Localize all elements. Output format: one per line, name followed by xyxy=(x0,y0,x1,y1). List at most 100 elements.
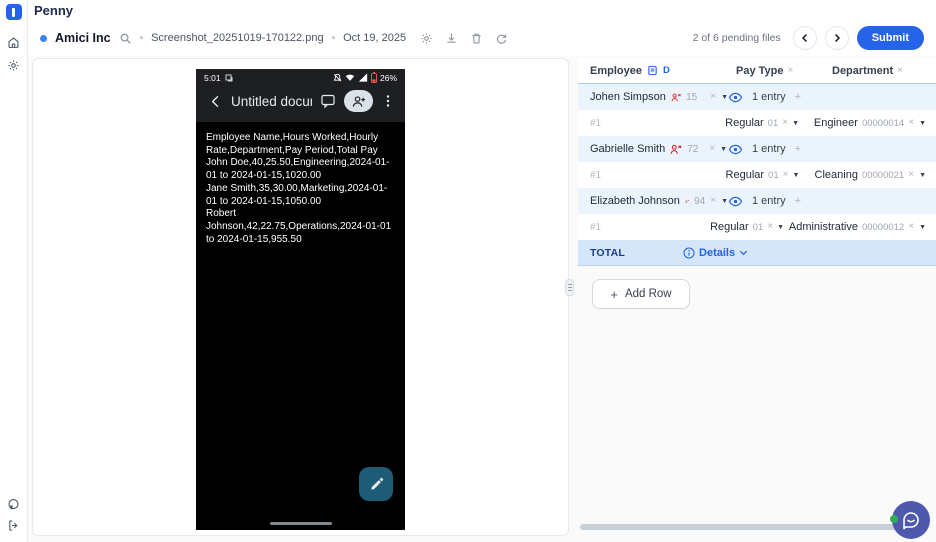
entry-row[interactable]: #1 Regular 01 × ▼ Administrative 0000001… xyxy=(578,214,936,240)
dropdown-caret-icon[interactable]: ▼ xyxy=(919,224,926,231)
clear-employee-icon[interactable]: × xyxy=(710,196,716,206)
match-score: 15 xyxy=(686,91,698,103)
entry-number: #1 xyxy=(590,221,602,233)
match-score: 94 xyxy=(694,195,706,207)
signal-icon xyxy=(358,73,368,82)
next-file-button[interactable] xyxy=(824,26,849,50)
view-eye-icon[interactable] xyxy=(728,196,743,207)
department-code: 00000012 xyxy=(861,221,905,233)
refresh-icon[interactable] xyxy=(495,32,508,45)
column-badge: D xyxy=(662,65,670,76)
csv-line: Robert Johnson,42,22.75,Operations,2024-… xyxy=(206,208,392,245)
dropdown-caret-icon[interactable]: ▼ xyxy=(720,146,727,153)
column-department[interactable]: Department xyxy=(832,65,893,77)
settings-gear-icon[interactable] xyxy=(7,59,20,72)
remove-column-icon[interactable]: × xyxy=(788,65,794,76)
add-entry-icon[interactable]: + xyxy=(795,195,801,207)
file-toolbar: Amici Inc • Screenshot_20251019-170122.p… xyxy=(28,20,936,56)
document-viewer: 5:01 26% Untitled docum... xyxy=(32,58,569,536)
column-pay-type[interactable]: Pay Type xyxy=(736,65,784,77)
details-label: Details xyxy=(699,246,736,259)
details-toggle[interactable]: Details xyxy=(683,247,748,259)
entry-count: 1 entry xyxy=(752,91,786,103)
clear-department-icon[interactable]: × xyxy=(908,170,914,180)
entry-row[interactable]: #1 Regular 01 × ▼ Engineer 00000014 × ▼ xyxy=(578,110,936,136)
person-alert-icon xyxy=(685,199,689,203)
csv-line: Jane Smith,35,30.00,Marketing,2024-01-01… xyxy=(206,182,388,207)
mute-icon xyxy=(333,73,342,82)
info-icon xyxy=(683,246,695,259)
clear-pay-type-icon[interactable]: × xyxy=(782,118,788,128)
chat-bubble-icon[interactable] xyxy=(7,498,20,511)
add-row-button[interactable]: + Add Row xyxy=(592,279,690,309)
download-icon[interactable] xyxy=(445,32,458,45)
file-name: Screenshot_20251019-170122.png xyxy=(151,32,324,44)
penny-logo-icon[interactable] xyxy=(5,4,22,20)
document-badge-icon xyxy=(648,65,657,76)
more-menu-icon[interactable] xyxy=(381,94,395,108)
employee-row[interactable]: Elizabeth Johnson 94 × ▼ 1 entry + xyxy=(578,188,936,214)
total-label: TOTAL xyxy=(590,246,626,259)
file-settings-gear-icon[interactable] xyxy=(420,32,433,45)
clear-department-icon[interactable]: × xyxy=(908,118,914,128)
delete-trash-icon[interactable] xyxy=(470,32,483,45)
pay-type-value[interactable]: Regular xyxy=(710,221,749,233)
edit-fab-button[interactable] xyxy=(359,467,393,501)
entry-count: 1 entry xyxy=(752,143,786,155)
employee-row[interactable]: Johen Simpson 15 × ▼ 1 entry + xyxy=(578,84,936,110)
column-employee[interactable]: Employee xyxy=(590,65,642,77)
department-code: 00000021 xyxy=(861,169,905,181)
panel-resize-handle[interactable] xyxy=(565,279,574,296)
status-dot xyxy=(40,34,47,42)
clear-pay-type-icon[interactable]: × xyxy=(783,170,789,180)
left-sidebar xyxy=(0,0,28,542)
entry-number: #1 xyxy=(590,117,602,129)
screenshot-image[interactable]: 5:01 26% Untitled docum... xyxy=(196,69,405,530)
dropdown-caret-icon[interactable]: ▼ xyxy=(792,172,799,179)
company-name[interactable]: Amici Inc xyxy=(55,31,111,45)
view-eye-icon[interactable] xyxy=(728,92,743,103)
dropdown-caret-icon[interactable]: ▼ xyxy=(721,198,728,205)
dropdown-caret-icon[interactable]: ▼ xyxy=(792,120,799,127)
remove-column-icon[interactable]: × xyxy=(897,65,903,76)
dropdown-caret-icon[interactable]: ▼ xyxy=(777,224,784,231)
employee-name[interactable]: Elizabeth Johnson xyxy=(590,195,680,207)
dropdown-caret-icon[interactable]: ▼ xyxy=(919,120,926,127)
screencast-icon xyxy=(225,74,233,81)
add-entry-icon[interactable]: + xyxy=(795,91,801,103)
clear-department-icon[interactable]: × xyxy=(908,222,914,232)
department-value[interactable]: Cleaning xyxy=(815,169,858,181)
view-eye-icon[interactable] xyxy=(728,144,743,155)
dropdown-caret-icon[interactable]: ▼ xyxy=(721,94,728,101)
pay-type-value[interactable]: Regular xyxy=(726,169,765,181)
clear-employee-icon[interactable]: × xyxy=(710,92,716,102)
department-code: 00000014 xyxy=(861,117,905,129)
department-value[interactable]: Administrative xyxy=(789,221,858,233)
department-value[interactable]: Engineer xyxy=(814,117,858,129)
prev-file-button[interactable] xyxy=(792,26,817,50)
clear-employee-icon[interactable]: × xyxy=(709,144,715,154)
logout-icon[interactable] xyxy=(7,519,20,532)
search-icon[interactable] xyxy=(119,32,132,45)
employee-row[interactable]: Gabrielle Smith 72 × ▼ 1 entry + xyxy=(578,136,936,162)
entry-count: 1 entry xyxy=(752,195,786,207)
pay-type-value[interactable]: Regular xyxy=(725,117,764,129)
horizontal-scrollbar[interactable] xyxy=(580,524,928,530)
entry-row[interactable]: #1 Regular 01 × ▼ Cleaning 00000021 × ▼ xyxy=(578,162,936,188)
employee-name[interactable]: Gabrielle Smith xyxy=(590,143,665,155)
document-title: Untitled docum... xyxy=(231,93,312,109)
dropdown-caret-icon[interactable]: ▼ xyxy=(919,172,926,179)
separator-dot: • xyxy=(331,32,336,44)
online-status-dot xyxy=(890,515,898,523)
separator-dot: • xyxy=(139,32,144,44)
back-arrow-icon[interactable] xyxy=(208,94,223,109)
add-entry-icon[interactable]: + xyxy=(795,143,801,155)
csv-line: Employee Name,Hours Worked,Hourly Rate,D… xyxy=(206,132,379,156)
clear-pay-type-icon[interactable]: × xyxy=(767,222,773,232)
home-indicator xyxy=(269,522,332,525)
comment-icon[interactable] xyxy=(320,93,336,109)
submit-button[interactable]: Submit xyxy=(856,26,924,50)
employee-name[interactable]: Johen Simpson xyxy=(590,91,666,103)
home-icon[interactable] xyxy=(7,36,20,49)
add-person-button[interactable] xyxy=(344,90,373,112)
